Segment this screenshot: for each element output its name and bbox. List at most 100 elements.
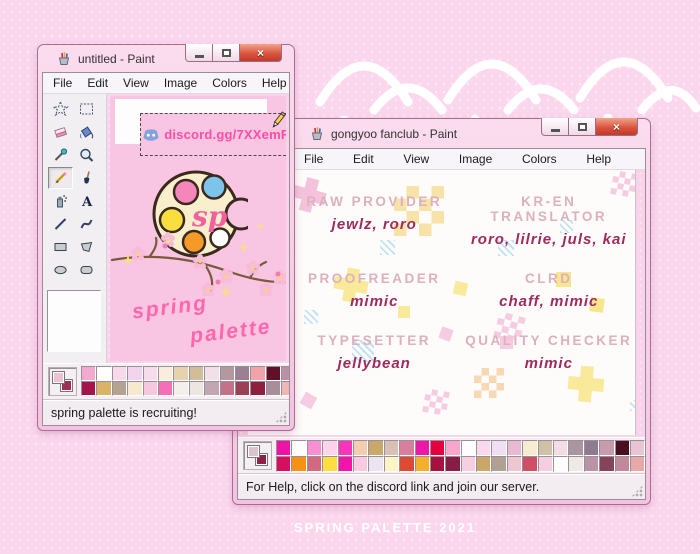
color-swatch[interactable] <box>353 456 368 472</box>
color-swatch[interactable] <box>189 366 204 381</box>
titlebar[interactable]: untitled - Paint × <box>42 45 290 72</box>
color-swatch[interactable] <box>281 381 290 396</box>
color-swatch[interactable] <box>353 440 368 456</box>
color-swatch[interactable] <box>250 366 265 381</box>
color-swatch[interactable] <box>553 440 568 456</box>
color-swatch[interactable] <box>112 366 127 381</box>
color-swatch[interactable] <box>291 456 306 472</box>
color-swatch[interactable] <box>220 366 235 381</box>
foreground-background-color-selector[interactable] <box>48 367 77 396</box>
menu-item-view[interactable]: View <box>403 152 429 166</box>
color-swatch[interactable] <box>158 366 173 381</box>
color-swatch[interactable] <box>220 381 235 396</box>
color-swatch[interactable] <box>507 456 522 472</box>
color-swatch[interactable] <box>338 440 353 456</box>
close-button[interactable]: × <box>240 44 282 62</box>
menu-item-image[interactable]: Image <box>459 152 492 166</box>
tool-rounded-rectangle[interactable] <box>74 259 99 281</box>
color-swatch[interactable] <box>630 456 645 472</box>
titlebar[interactable]: gongyoo fanclub - Paint × <box>237 119 646 148</box>
color-swatch[interactable] <box>204 381 219 396</box>
color-swatch[interactable] <box>461 440 476 456</box>
color-swatch[interactable] <box>476 440 491 456</box>
color-swatch[interactable] <box>266 366 281 381</box>
color-swatch[interactable] <box>112 381 127 396</box>
color-swatch[interactable] <box>173 381 188 396</box>
color-swatch[interactable] <box>491 456 506 472</box>
color-swatch[interactable] <box>266 381 281 396</box>
tool-select[interactable] <box>74 98 99 120</box>
menu-item-view[interactable]: View <box>123 76 149 90</box>
menu-item-file[interactable]: File <box>53 76 72 90</box>
resize-grip[interactable] <box>275 411 287 423</box>
tool-brush[interactable] <box>74 167 99 189</box>
color-swatch[interactable] <box>235 381 250 396</box>
color-swatch[interactable] <box>307 440 322 456</box>
menu-item-colors[interactable]: Colors <box>522 152 557 166</box>
color-swatch[interactable] <box>399 440 414 456</box>
color-swatch[interactable] <box>445 456 460 472</box>
color-swatch[interactable] <box>522 440 537 456</box>
tool-fill[interactable] <box>74 121 99 143</box>
color-swatch[interactable] <box>568 456 583 472</box>
color-swatch[interactable] <box>81 381 96 396</box>
color-swatch[interactable] <box>189 381 204 396</box>
color-swatch[interactable] <box>143 381 158 396</box>
tool-polygon[interactable] <box>74 236 99 258</box>
menu-item-file[interactable]: File <box>304 152 323 166</box>
color-swatch[interactable] <box>584 456 599 472</box>
tool-free-form-select[interactable] <box>48 98 73 120</box>
tool-options-panel[interactable] <box>47 290 101 352</box>
color-swatch[interactable] <box>96 381 111 396</box>
discord-link-selection[interactable]: discord.gg/7XXemFj <box>140 113 286 156</box>
color-swatch[interactable] <box>384 440 399 456</box>
color-swatch[interactable] <box>615 456 630 472</box>
color-swatch[interactable] <box>276 456 291 472</box>
foreground-background-color-selector[interactable] <box>243 441 272 470</box>
color-swatch[interactable] <box>322 456 337 472</box>
color-swatch[interactable] <box>599 440 614 456</box>
color-swatch[interactable] <box>338 456 353 472</box>
color-swatch[interactable] <box>127 381 142 396</box>
color-swatch[interactable] <box>322 440 337 456</box>
tool-magnifier[interactable] <box>74 144 99 166</box>
menu-item-help[interactable]: Help <box>262 76 287 90</box>
color-swatch[interactable] <box>630 440 645 456</box>
color-swatch[interactable] <box>476 456 491 472</box>
tool-line[interactable] <box>48 213 73 235</box>
maximize-button[interactable] <box>213 44 240 62</box>
color-swatch[interactable] <box>281 366 290 381</box>
color-swatch[interactable] <box>307 456 322 472</box>
color-swatch[interactable] <box>430 456 445 472</box>
tool-eraser[interactable] <box>48 121 73 143</box>
color-swatch[interactable] <box>615 440 630 456</box>
color-swatch[interactable] <box>461 456 476 472</box>
tool-rectangle[interactable] <box>48 236 73 258</box>
color-swatch[interactable] <box>399 456 414 472</box>
tool-airbrush[interactable] <box>48 190 73 212</box>
menu-item-colors[interactable]: Colors <box>212 76 247 90</box>
color-swatch[interactable] <box>204 366 219 381</box>
color-swatch[interactable] <box>430 440 445 456</box>
color-swatch[interactable] <box>415 456 430 472</box>
color-swatch[interactable] <box>143 366 158 381</box>
color-swatch[interactable] <box>173 366 188 381</box>
menu-item-help[interactable]: Help <box>586 152 611 166</box>
tool-ellipse[interactable] <box>48 259 73 281</box>
color-swatch[interactable] <box>584 440 599 456</box>
color-swatch[interactable] <box>235 366 250 381</box>
color-swatch[interactable] <box>522 456 537 472</box>
color-swatch[interactable] <box>384 456 399 472</box>
color-swatch[interactable] <box>553 456 568 472</box>
drawing-canvas[interactable]: RAW PROVIDERjewlz, roroKR-EN TRANSLATORr… <box>248 170 636 435</box>
menu-item-edit[interactable]: Edit <box>87 76 108 90</box>
color-swatch[interactable] <box>127 366 142 381</box>
color-swatch[interactable] <box>568 440 583 456</box>
tool-curve[interactable] <box>74 213 99 235</box>
tool-text[interactable]: A <box>74 190 99 212</box>
menu-item-edit[interactable]: Edit <box>353 152 374 166</box>
tool-pencil[interactable] <box>48 167 73 189</box>
color-swatch[interactable] <box>368 456 383 472</box>
color-swatch[interactable] <box>291 440 306 456</box>
color-swatch[interactable] <box>538 440 553 456</box>
